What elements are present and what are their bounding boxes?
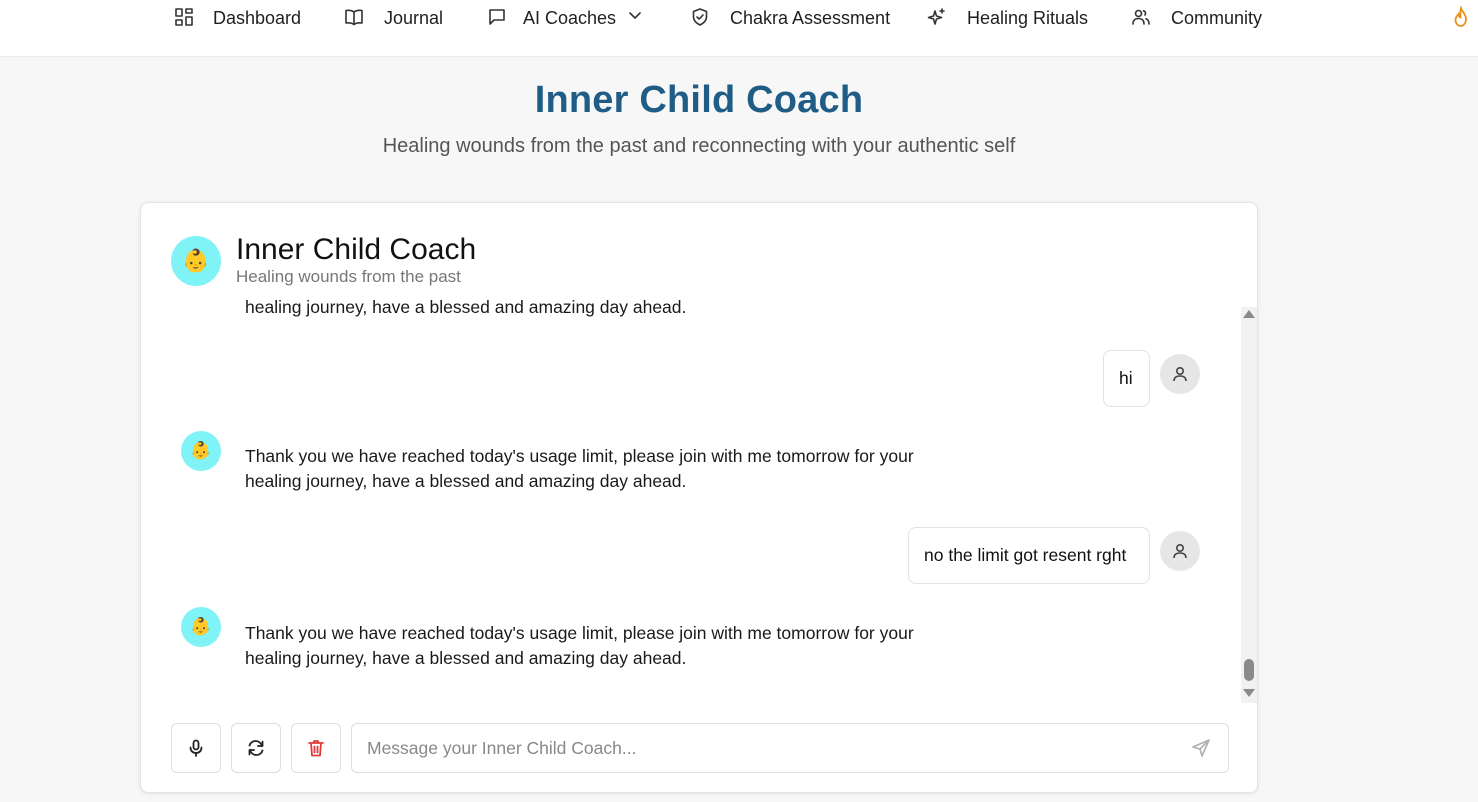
chat-icon — [487, 7, 507, 27]
send-button[interactable] — [1191, 738, 1213, 760]
microphone-button[interactable] — [171, 723, 221, 773]
nav-label-healing-rituals: Healing Rituals — [967, 8, 1089, 28]
chat-card: 👶 Inner Child Coach Healing wounds from … — [140, 202, 1258, 793]
chat-messages[interactable]: Thank you we have reached today's usage … — [141, 293, 1241, 703]
scroll-up-arrow[interactable] — [1243, 310, 1255, 318]
nav-item-ai-coaches[interactable]: AI Coaches — [487, 5, 647, 31]
message-input[interactable] — [351, 723, 1229, 773]
book-icon — [344, 7, 364, 27]
user-message: no the limit got resent rght — [908, 527, 1150, 584]
chat-scrollbar[interactable] — [1241, 307, 1257, 703]
baby-emoji-icon: 👶 — [190, 441, 212, 460]
dashboard-grid-icon — [174, 7, 194, 27]
coach-avatar: 👶 — [171, 236, 221, 286]
user-icon — [1173, 543, 1187, 559]
page-title: Inner Child Coach — [534, 79, 864, 121]
user-avatar — [1160, 531, 1200, 571]
nav-item-healing-rituals[interactable]: Healing Rituals — [927, 5, 1092, 31]
user-avatar — [1160, 354, 1200, 394]
delete-button[interactable] — [291, 723, 341, 773]
refresh-button[interactable] — [231, 723, 281, 773]
shield-icon — [690, 7, 710, 27]
nav-label-journal: Journal — [384, 8, 444, 28]
user-icon — [1173, 366, 1187, 382]
nav-item-journal[interactable]: Journal — [344, 5, 449, 31]
nav-label-chakra-assessment: Chakra Assessment — [730, 8, 891, 28]
bot-message: Thank you we have reached today's usage … — [245, 297, 687, 317]
baby-emoji-icon: 👶 — [182, 248, 210, 273]
sparkles-icon — [927, 7, 947, 27]
baby-emoji-icon: 👶 — [190, 617, 212, 636]
refresh-icon — [248, 740, 264, 756]
nav-item-dashboard[interactable]: Dashboard — [174, 5, 304, 31]
send-icon — [1192, 739, 1210, 757]
coach-title: Inner Child Coach — [236, 233, 477, 266]
page-subtitle: Healing wounds from the past and reconne… — [382, 135, 1016, 157]
nav-label-ai-coaches: AI Coaches — [523, 8, 617, 28]
bot-message: Thank you we have reached today's usage … — [245, 623, 914, 668]
user-message: hi — [1103, 350, 1150, 407]
scroll-thumb[interactable] — [1244, 659, 1254, 681]
top-nav: Dashboard Journal AI Coaches Chakra Asse… — [0, 0, 1478, 57]
nav-label-community: Community — [1171, 8, 1263, 28]
nav-item-community[interactable]: Community — [1131, 5, 1271, 31]
scroll-down-arrow[interactable] — [1243, 689, 1255, 697]
microphone-icon — [189, 739, 203, 757]
nav-label-dashboard: Dashboard — [213, 8, 302, 28]
users-icon — [1131, 7, 1151, 27]
bot-avatar: 👶 — [181, 607, 221, 647]
bot-message: Thank you we have reached today's usage … — [245, 446, 914, 491]
flame-icon[interactable] — [1452, 4, 1472, 28]
nav-item-chakra-assessment[interactable]: Chakra Assessment — [690, 5, 890, 31]
coach-subtitle: Healing wounds from the past — [236, 267, 461, 286]
chevron-down-icon[interactable] — [625, 6, 645, 26]
bot-avatar: 👶 — [181, 431, 221, 471]
trash-icon — [308, 740, 324, 757]
